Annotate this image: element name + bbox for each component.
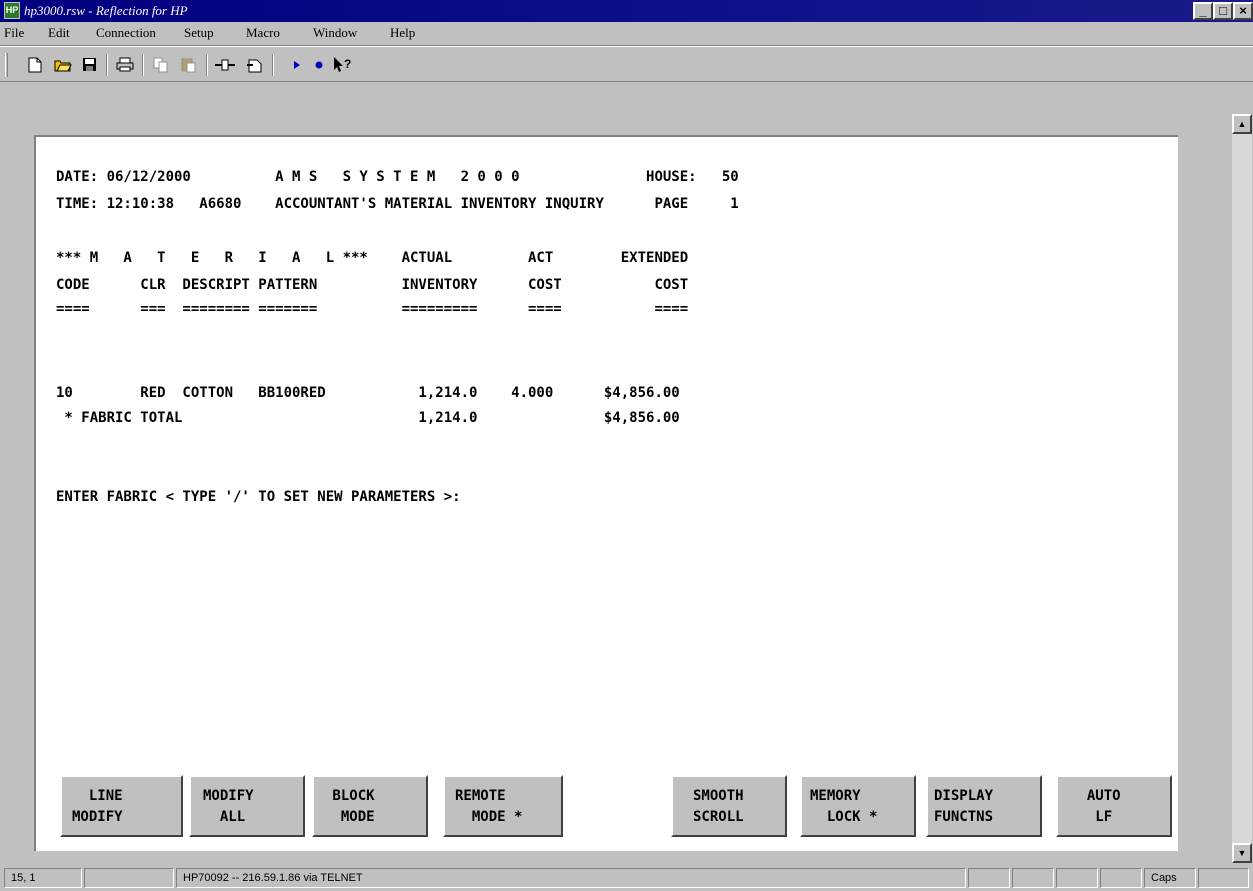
- menu-macro[interactable]: Macro: [246, 25, 280, 41]
- terminal-line: TIME: 12:10:38 A6680 ACCOUNTANT'S MATERI…: [56, 196, 739, 212]
- fkey-line-modify[interactable]: LINE MODIFY: [60, 775, 183, 837]
- open-folder-icon[interactable]: [50, 53, 76, 77]
- fkey-label: LINE: [72, 788, 123, 804]
- fkey-label: LOCK *: [810, 809, 878, 825]
- fkey-label: ALL: [203, 809, 246, 825]
- fkey-label: FUNCTNS: [934, 809, 994, 825]
- fkey-modify-all[interactable]: MODIFY ALL: [189, 775, 305, 837]
- context-help-icon[interactable]: ?: [330, 53, 356, 77]
- maximize-button[interactable]: □: [1213, 2, 1233, 20]
- terminal-prompt[interactable]: ENTER FABRIC < TYPE '/' TO SET NEW PARAM…: [56, 488, 461, 506]
- terminal-screen[interactable]: DATE: 06/12/2000 A M S S Y S T E M 2 0 0…: [34, 135, 1178, 851]
- fkey-label: MODIFY: [72, 809, 123, 825]
- cursor-position: 15, 1: [4, 868, 82, 888]
- paste-icon[interactable]: [176, 53, 202, 77]
- fkey-label: REMOTE: [455, 788, 506, 804]
- menu-bar: File Edit Connection Setup Macro Window …: [0, 22, 1253, 46]
- fkey-label: MEMORY: [810, 788, 861, 804]
- print-icon[interactable]: [112, 53, 138, 77]
- fkey-label: SCROLL: [693, 809, 744, 825]
- fkey-remote-mode[interactable]: REMOTE MODE *: [443, 775, 563, 837]
- svg-text:?: ?: [344, 57, 351, 71]
- fkey-label: MODE: [324, 809, 375, 825]
- new-document-icon[interactable]: [22, 53, 48, 77]
- fkey-label: LF: [1070, 809, 1113, 825]
- window-title: hp3000.rsw - Reflection for HP: [24, 3, 188, 18]
- menu-setup[interactable]: Setup: [184, 25, 214, 41]
- toolbar: ?: [0, 46, 1253, 82]
- close-button[interactable]: ×: [1233, 2, 1253, 20]
- terminal-line: CODE CLR DESCRIPT PATTERN INVENTORY COST…: [56, 277, 689, 293]
- terminal-line: *** M A T E R I A L *** ACTUAL ACT EXTEN…: [56, 250, 689, 266]
- copy-icon[interactable]: [148, 53, 174, 77]
- status-panel-empty: [1100, 868, 1142, 888]
- minimize-button[interactable]: _: [1193, 2, 1213, 20]
- terminal-line: 10 RED COTTON BB100RED 1,214.0 4.000 $4,…: [56, 385, 680, 401]
- fkey-label: MODIFY: [203, 788, 254, 804]
- fkey-display-functns[interactable]: DISPLAY FUNCTNS: [926, 775, 1042, 837]
- fkey-auto-lf[interactable]: AUTO LF: [1056, 775, 1172, 837]
- fkey-label: AUTO: [1070, 788, 1121, 804]
- toolbar-grip[interactable]: [5, 53, 8, 77]
- fkey-label: MODE *: [455, 809, 523, 825]
- fkey-smooth-scroll[interactable]: SMOOTH SCROLL: [671, 775, 787, 837]
- connect-icon[interactable]: [212, 53, 238, 77]
- fkey-label: BLOCK: [324, 788, 375, 804]
- menu-file[interactable]: File: [4, 25, 24, 41]
- status-panel-empty: [1056, 868, 1098, 888]
- record-macro-icon[interactable]: [306, 53, 332, 77]
- menu-connection[interactable]: Connection: [96, 25, 156, 41]
- scroll-up-icon[interactable]: ▲: [1232, 114, 1252, 134]
- status-panel-empty: [968, 868, 1010, 888]
- disconnect-icon[interactable]: [242, 53, 268, 77]
- menu-window[interactable]: Window: [313, 25, 357, 41]
- toolbar-separator: [206, 54, 208, 76]
- vertical-scrollbar[interactable]: ▲ ▼: [1232, 114, 1252, 863]
- status-bar: 15, 1 HP70092 -- 216.59.1.86 via TELNET …: [0, 864, 1253, 891]
- scroll-down-icon[interactable]: ▼: [1232, 843, 1252, 863]
- status-panel-empty: [1012, 868, 1054, 888]
- caps-lock-indicator: Caps: [1144, 868, 1196, 888]
- fkey-label: DISPLAY: [934, 788, 994, 804]
- toolbar-separator: [272, 54, 274, 76]
- terminal-line: DATE: 06/12/2000 A M S S Y S T E M 2 0 0…: [56, 169, 739, 185]
- save-disk-icon[interactable]: [76, 53, 102, 77]
- connection-status: HP70092 -- 216.59.1.86 via TELNET: [176, 868, 966, 888]
- toolbar-separator: [106, 54, 108, 76]
- toolbar-separator: [142, 54, 144, 76]
- terminal-line: ==== === ======== ======= ========= ====…: [56, 301, 689, 317]
- fkey-block-mode[interactable]: BLOCK MODE: [312, 775, 428, 837]
- status-panel-empty: [1198, 868, 1249, 888]
- app-icon[interactable]: HP: [4, 2, 20, 19]
- terminal-line: * FABRIC TOTAL 1,214.0 $4,856.00: [56, 410, 680, 426]
- menu-help[interactable]: Help: [390, 25, 415, 41]
- fkey-label: SMOOTH: [693, 788, 744, 804]
- fkey-memory-lock[interactable]: MEMORY LOCK *: [800, 775, 916, 837]
- title-bar: HP hp3000.rsw - Reflection for HP _ □ ×: [0, 0, 1253, 22]
- status-panel-empty: [84, 868, 174, 888]
- menu-edit[interactable]: Edit: [48, 25, 70, 41]
